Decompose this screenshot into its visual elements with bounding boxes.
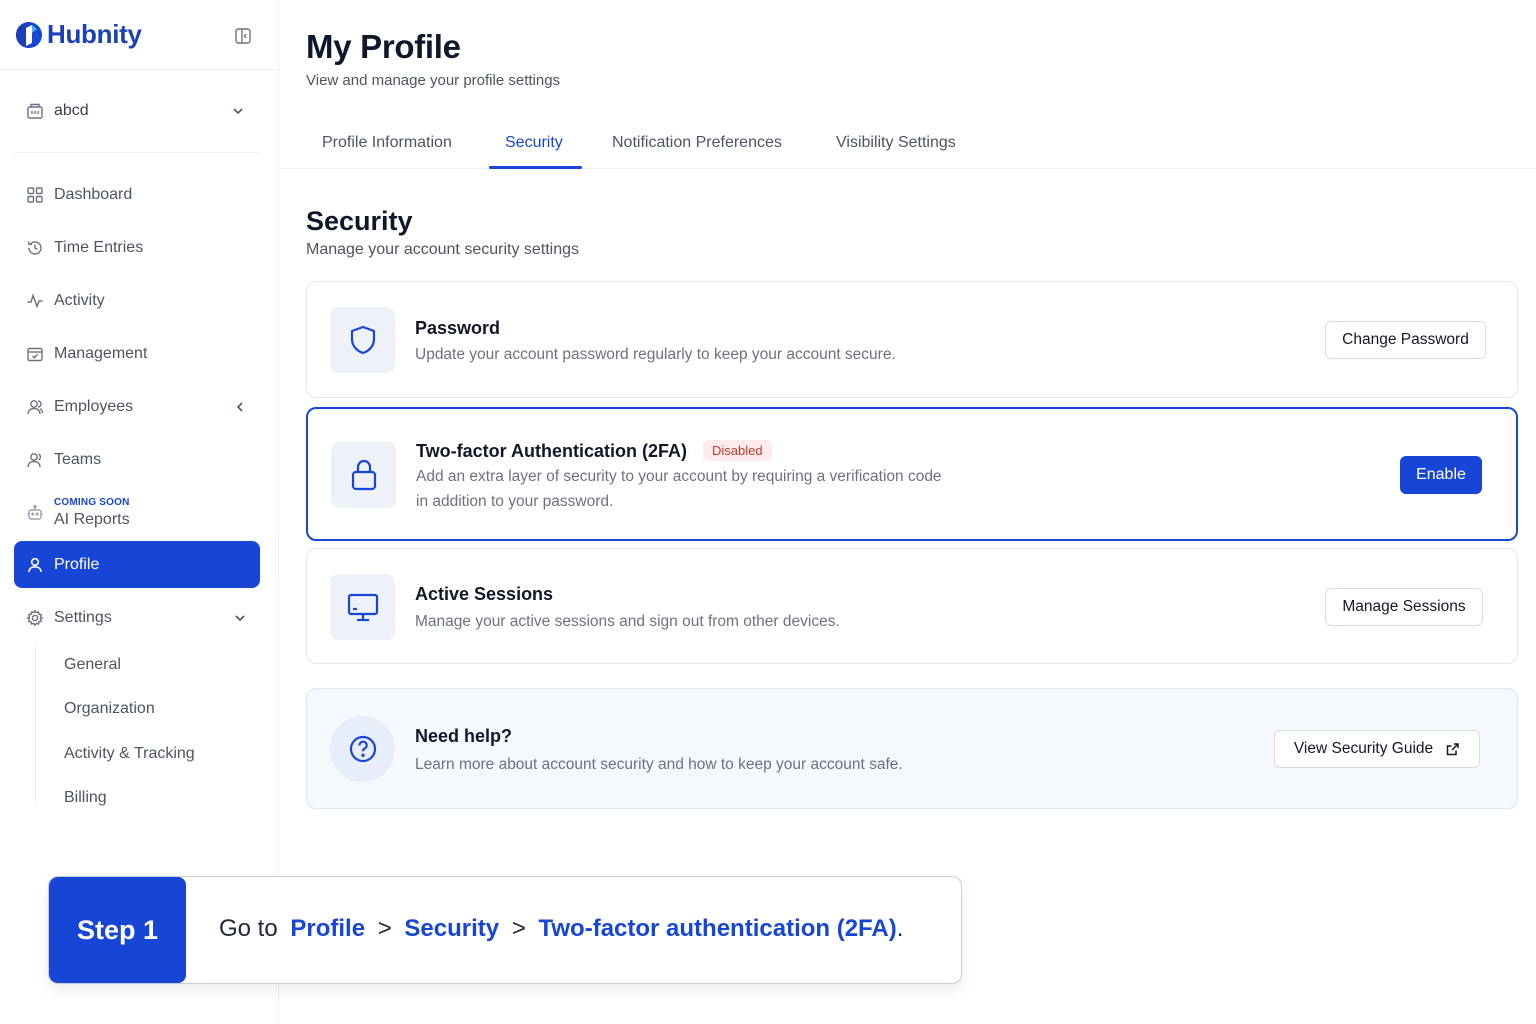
sidebar-item-profile[interactable]: Profile: [14, 541, 260, 588]
external-link-icon: [1446, 742, 1459, 755]
sidebar-item-settings[interactable]: Settings: [14, 595, 260, 641]
two-factor-title: Two-factor Authentication (2FA): [416, 441, 687, 461]
sidebar-subitem-billing[interactable]: Billing: [64, 789, 107, 807]
two-factor-icon-tile: [331, 442, 396, 508]
shield-icon: [350, 325, 375, 355]
step-link-profile[interactable]: Profile: [290, 915, 365, 942]
sidebar-item-label: Time Entries: [54, 239, 144, 256]
sidebar-item-activity[interactable]: Activity: [14, 278, 260, 324]
step-separator: >: [377, 915, 392, 942]
sidebar-item-ai-reports[interactable]: COMING SOON AI Reports: [14, 490, 260, 536]
password-description: Update your account password regularly t…: [415, 346, 896, 363]
step-suffix: .: [896, 915, 904, 942]
sidebar-item-management[interactable]: Management: [14, 331, 260, 377]
user-icon: [28, 557, 42, 572]
question-icon: [349, 735, 376, 763]
coming-soon-badge: COMING SOON: [54, 497, 130, 508]
password-title: Password: [415, 318, 501, 338]
sidebar-item-label: Dashboard: [54, 186, 133, 203]
section-subtitle: Manage your account security settings: [306, 241, 580, 258]
step-link-2fa[interactable]: Two-factor authentication (2FA): [539, 915, 897, 942]
sidebar-item-dashboard[interactable]: Dashboard: [14, 172, 260, 218]
tab-security[interactable]: Security: [505, 134, 563, 152]
active-tab-indicator: [489, 166, 582, 169]
sidebar-item-employees[interactable]: Employees: [14, 384, 260, 430]
organization-name: abcd: [54, 102, 89, 119]
sidebar-item-label: Activity: [54, 292, 105, 309]
building-icon: [27, 103, 43, 119]
lock-icon: [351, 459, 376, 491]
tab-notification-preferences[interactable]: Notification Preferences: [612, 134, 782, 152]
organization-selector[interactable]: abcd: [14, 88, 260, 134]
page-title: My Profile: [306, 28, 461, 65]
calendar-check-icon: [27, 347, 43, 362]
main-content: My Profile View and manage your profile …: [280, 0, 1536, 1024]
pulse-icon: [27, 293, 43, 309]
sidebar-item-label: AI Reports: [54, 511, 130, 528]
view-security-guide-label: View Security Guide: [1293, 740, 1434, 757]
active-sessions-title: Active Sessions: [415, 584, 554, 604]
step-number-tag: Step 1: [49, 877, 186, 983]
help-description: Learn more about account security and ho…: [415, 756, 903, 773]
help-icon-tile: [330, 716, 395, 782]
help-title: Need help?: [415, 726, 513, 746]
sidebar: Hubnity abcd Dashboard Time Entries Acti…: [0, 0, 279, 1024]
sidebar-item-time-entries[interactable]: Time Entries: [14, 225, 260, 271]
two-factor-description-line2: in addition to your password.: [416, 493, 614, 510]
sidebar-item-label: Management: [54, 345, 148, 362]
history-icon: [27, 241, 42, 255]
settings-subtree-line: [35, 646, 36, 802]
chevron-down-icon: [233, 108, 243, 115]
step-instruction: Go to Profile > Security > Two-factor au…: [219, 915, 903, 943]
chevron-left-icon: [236, 402, 243, 412]
sidebar-item-teams[interactable]: Teams: [14, 437, 260, 483]
tab-visibility-settings[interactable]: Visibility Settings: [836, 134, 956, 152]
sidebar-collapse-icon[interactable]: [234, 27, 252, 45]
status-badge: Disabled: [702, 440, 772, 461]
two-factor-description-line1: Add an extra layer of security to your a…: [416, 468, 942, 485]
sidebar-subitem-activity-tracking[interactable]: Activity & Tracking: [64, 745, 195, 763]
sidebar-item-label: Teams: [54, 451, 102, 468]
chevron-down-icon: [235, 615, 245, 622]
sidebar-divider: [14, 152, 260, 153]
tab-profile-information[interactable]: Profile Information: [322, 134, 452, 152]
users-icon: [27, 400, 44, 415]
active-sessions-card: Active Sessions Manage your active sessi…: [306, 548, 1518, 664]
enable-2fa-button[interactable]: Enable: [1400, 456, 1482, 494]
password-card: Password Update your account password re…: [306, 281, 1518, 398]
sidebar-item-label: Employees: [54, 398, 134, 415]
view-security-guide-button[interactable]: View Security Guide: [1274, 730, 1480, 768]
step-link-security[interactable]: Security: [404, 915, 499, 942]
manage-sessions-button[interactable]: Manage Sessions: [1325, 588, 1483, 626]
team-icon: [27, 453, 42, 468]
ai-reports-label-group: COMING SOON AI Reports: [54, 498, 130, 528]
gear-icon: [26, 609, 44, 627]
grid-icon: [27, 187, 43, 203]
sidebar-item-label: Settings: [54, 609, 112, 626]
help-card: Need help? Learn more about account secu…: [306, 688, 1518, 809]
password-icon-tile: [330, 307, 395, 373]
monitor-icon: [347, 593, 378, 622]
profile-tabs: Profile Information Security Notificatio…: [280, 120, 1536, 169]
step-prefix: Go to: [219, 915, 278, 942]
sidebar-subitem-general[interactable]: General: [64, 656, 121, 674]
two-factor-title-row: Two-factor Authentication (2FA) Disabled: [416, 440, 772, 462]
robot-icon: [27, 504, 43, 520]
sidebar-item-label: Profile: [54, 555, 100, 573]
page-subtitle: View and manage your profile settings: [306, 72, 561, 89]
sidebar-subitem-organization[interactable]: Organization: [64, 700, 155, 718]
step-separator: >: [511, 915, 526, 942]
hubnity-logo-icon: [16, 21, 42, 48]
two-factor-card: Two-factor Authentication (2FA) Disabled …: [306, 407, 1518, 541]
section-title: Security: [306, 206, 413, 236]
sessions-icon-tile: [330, 574, 395, 640]
brand-name: Hubnity: [47, 19, 142, 49]
active-sessions-description: Manage your active sessions and sign out…: [415, 613, 840, 630]
step-callout: Step 1 Go to Profile > Security > Two-fa…: [48, 876, 962, 984]
change-password-button[interactable]: Change Password: [1325, 321, 1486, 359]
